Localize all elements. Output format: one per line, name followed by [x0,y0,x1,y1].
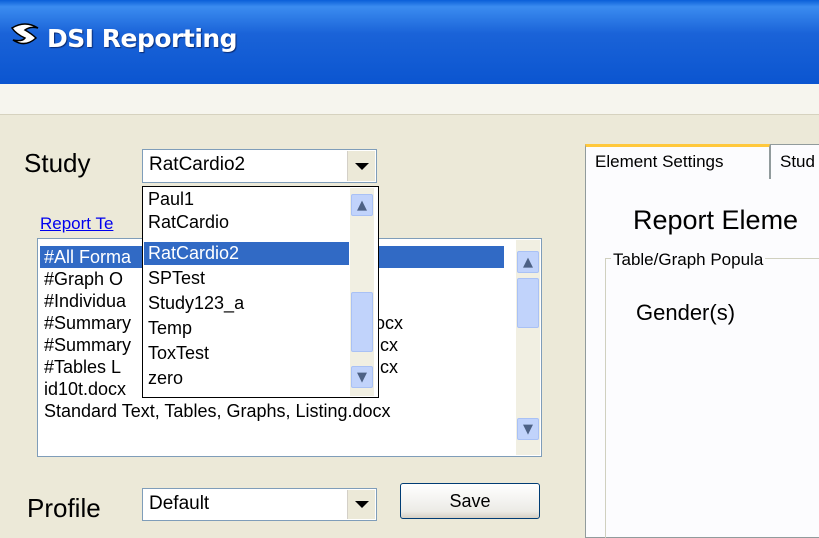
chevron-up-icon: ▲ [357,197,367,213]
dropdown-option[interactable]: RatCardio2 [144,242,349,265]
dropdown-option[interactable]: Paul1 [144,188,349,211]
dropdown-option[interactable]: SPTest [144,267,349,290]
dropdown-option[interactable]: RatCardio [144,211,349,234]
list-item[interactable]: #Summary [44,312,131,334]
list-item[interactable]: #Tables L [44,356,121,378]
dropdown-option[interactable]: Study123_a [144,292,349,315]
chevron-down-icon: ▼ [523,421,533,437]
gender-label: Gender(s) [636,300,736,325]
dropdown-scrollbar[interactable]: ▲ ▼ [350,188,374,396]
report-templates-link[interactable]: Report Te [40,214,113,234]
list-item-suffix: cx [380,357,398,377]
dropdown-option[interactable]: zero [144,367,349,390]
scroll-thumb[interactable] [517,278,539,328]
profile-combobox[interactable]: Default [142,488,377,521]
study-dropdown-button[interactable] [347,151,375,181]
profile-dropdown-button[interactable] [347,490,375,519]
list-item-suffix: cx [380,335,398,355]
chevron-up-icon: ▲ [523,254,533,270]
study-combobox[interactable]: RatCardio2 [142,149,377,183]
title-bar: DSI Reporting [0,0,819,84]
tab-study[interactable]: Stud [770,144,819,179]
dropdown-option[interactable]: Temp [144,317,349,340]
tab-element-settings[interactable]: Element Settings [585,144,770,179]
study-dropdown-list[interactable]: Paul1 RatCardio RatCardio2 SPTest Study1… [142,186,379,398]
list-item[interactable]: Standard Text, Tables, Graphs, Listing.d… [44,400,391,422]
list-item[interactable]: #Summary [44,334,131,356]
list-item-suffix: ocx [375,313,404,333]
dropdown-option[interactable]: ToxTest [144,342,349,365]
scroll-down-button[interactable]: ▼ [517,418,539,440]
groupbox-legend: Table/Graph Popula [611,250,766,270]
toolbar-strip [0,84,819,115]
save-button[interactable]: Save [400,483,540,519]
profile-label: Profile [27,493,101,523]
window-title: DSI Reporting [47,24,238,53]
panel-title: Report Eleme [633,205,799,235]
study-value: RatCardio2 [149,154,246,175]
study-label: Study [24,148,91,178]
template-list-scrollbar[interactable]: ▲ ▼ [516,240,540,455]
chevron-down-icon [354,501,369,508]
chevron-down-icon [354,162,369,170]
scroll-up-button[interactable]: ▲ [351,194,373,216]
list-item[interactable]: #Individua [44,290,126,312]
list-item[interactable]: id10t.docx [44,378,126,400]
scroll-thumb[interactable] [351,292,373,352]
app-logo-icon [10,23,39,45]
scroll-up-button[interactable]: ▲ [517,251,539,273]
scroll-down-button[interactable]: ▼ [351,366,373,388]
list-item[interactable]: #Graph O [44,268,123,290]
chevron-down-icon: ▼ [357,369,367,385]
profile-value: Default [149,493,210,514]
